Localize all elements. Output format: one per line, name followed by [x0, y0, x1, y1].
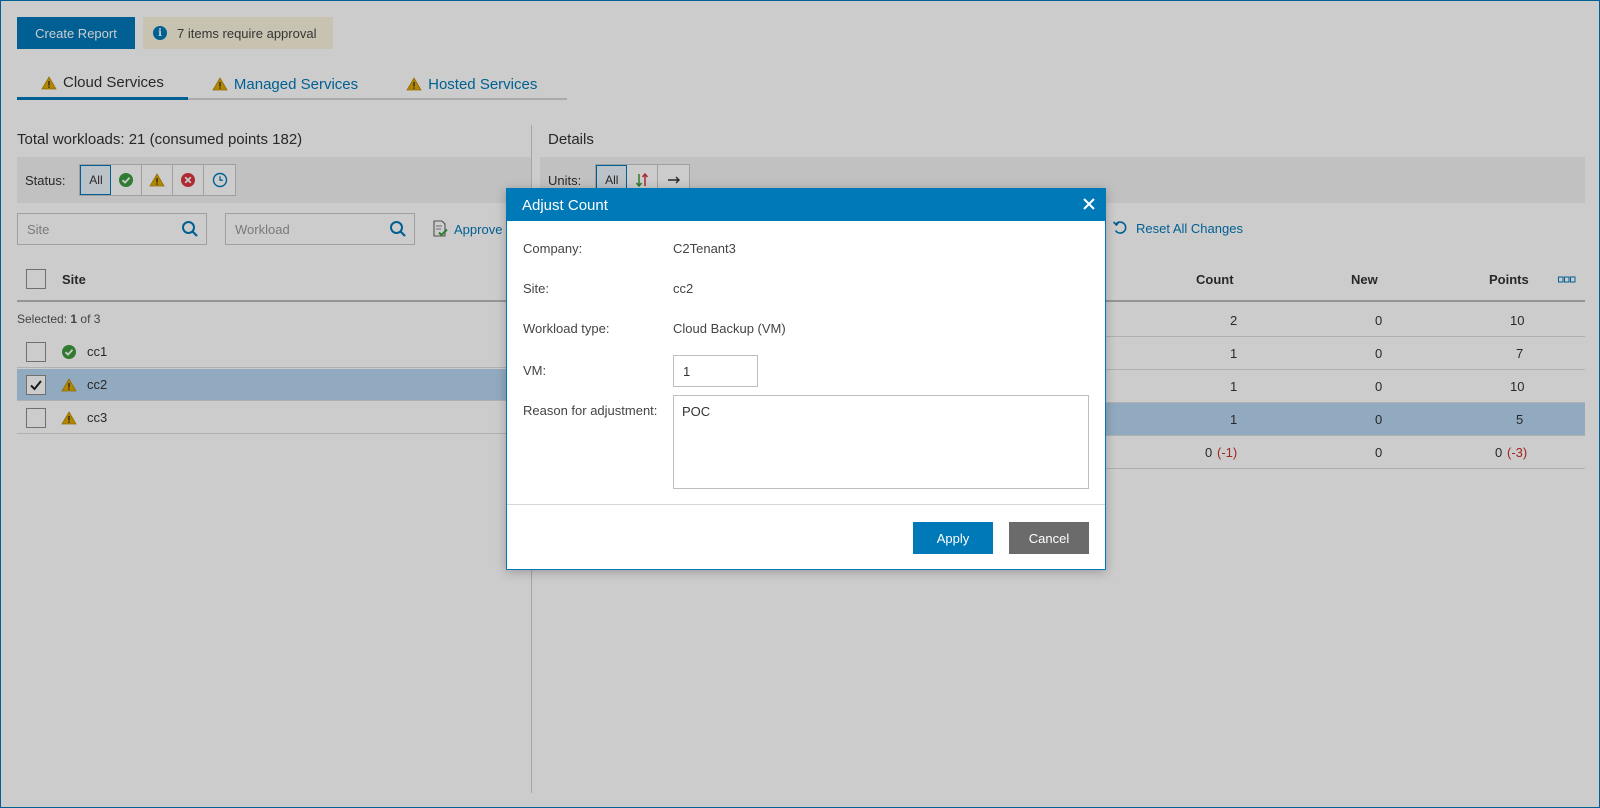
- apply-button[interactable]: Apply: [913, 522, 993, 554]
- workload-type-label: Workload type:: [523, 321, 610, 336]
- company-value: C2Tenant3: [673, 241, 736, 256]
- company-label: Company:: [523, 241, 583, 256]
- dialog-divider: [507, 504, 1105, 505]
- reason-label: Reason for adjustment:: [523, 403, 658, 418]
- workload-type-value: Cloud Backup (VM): [673, 321, 786, 336]
- reason-textarea[interactable]: POC: [673, 395, 1089, 489]
- dialog-title: Adjust Count: [522, 196, 608, 214]
- dialog-title-bar: Adjust Count: [507, 189, 1105, 221]
- adjust-count-dialog: Adjust Count Company: C2Tenant3 Site: cc…: [506, 188, 1106, 570]
- vm-count-input[interactable]: [673, 355, 758, 387]
- site-value: cc2: [673, 281, 694, 296]
- site-label: Site:: [523, 281, 550, 296]
- close-icon[interactable]: [1081, 196, 1097, 212]
- cancel-button[interactable]: Cancel: [1009, 522, 1089, 554]
- vm-label: VM:: [523, 363, 547, 378]
